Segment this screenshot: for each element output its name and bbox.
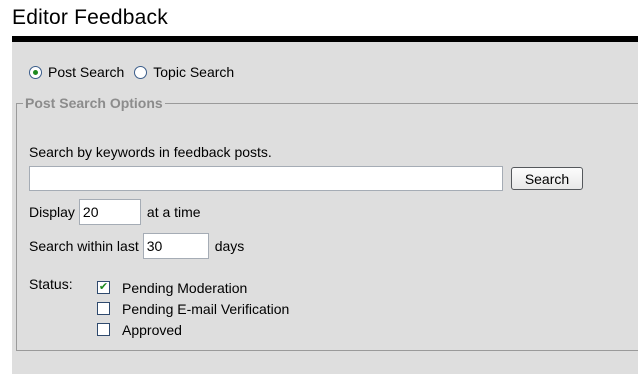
- post-search-options-legend: Post Search Options: [25, 95, 163, 111]
- checkmark-icon: ✔: [98, 281, 109, 293]
- topic-search-radio[interactable]: [134, 65, 148, 79]
- status-item-pending-email-verification: Pending E-mail Verification: [97, 298, 289, 319]
- pending-email-verification-checkbox[interactable]: [97, 302, 110, 315]
- keywords-input[interactable]: [29, 166, 503, 191]
- radio-selected-dot-icon: [33, 69, 38, 75]
- within-suffix-label: days: [214, 238, 245, 254]
- post-search-label[interactable]: Post Search: [48, 64, 124, 80]
- search-mode-group: Post Search Topic Search: [29, 64, 244, 80]
- pending-moderation-checkbox[interactable]: ✔: [97, 281, 110, 294]
- post-search-radio[interactable]: [29, 65, 42, 79]
- topic-search-label[interactable]: Topic Search: [153, 64, 234, 80]
- status-item-approved: Approved: [97, 319, 289, 340]
- status-label: Status:: [29, 276, 73, 292]
- approved-label[interactable]: Approved: [122, 322, 182, 338]
- within-prefix-label: Search within last: [29, 238, 139, 254]
- approved-checkbox[interactable]: [97, 323, 110, 336]
- display-count-input[interactable]: [78, 199, 141, 225]
- within-days-row: Search within last days: [29, 233, 244, 259]
- display-prefix-label: Display: [29, 204, 75, 220]
- within-days-input[interactable]: [142, 233, 209, 259]
- pending-moderation-label[interactable]: Pending Moderation: [122, 280, 247, 296]
- post-search-options-group: Post Search Options Search by keywords i…: [16, 95, 638, 351]
- feedback-panel: Post Search Topic Search Post Search Opt…: [12, 42, 638, 374]
- display-count-row: Display at a time: [29, 199, 201, 225]
- display-suffix-label: at a time: [146, 204, 201, 220]
- search-button[interactable]: Search: [511, 167, 583, 190]
- page-title: Editor Feedback: [12, 6, 168, 29]
- status-item-pending-moderation: ✔ Pending Moderation: [97, 277, 289, 298]
- keywords-label: Search by keywords in feedback posts.: [29, 144, 272, 160]
- status-checkbox-list: ✔ Pending Moderation Pending E-mail Veri…: [97, 277, 289, 340]
- pending-email-verification-label[interactable]: Pending E-mail Verification: [122, 301, 289, 317]
